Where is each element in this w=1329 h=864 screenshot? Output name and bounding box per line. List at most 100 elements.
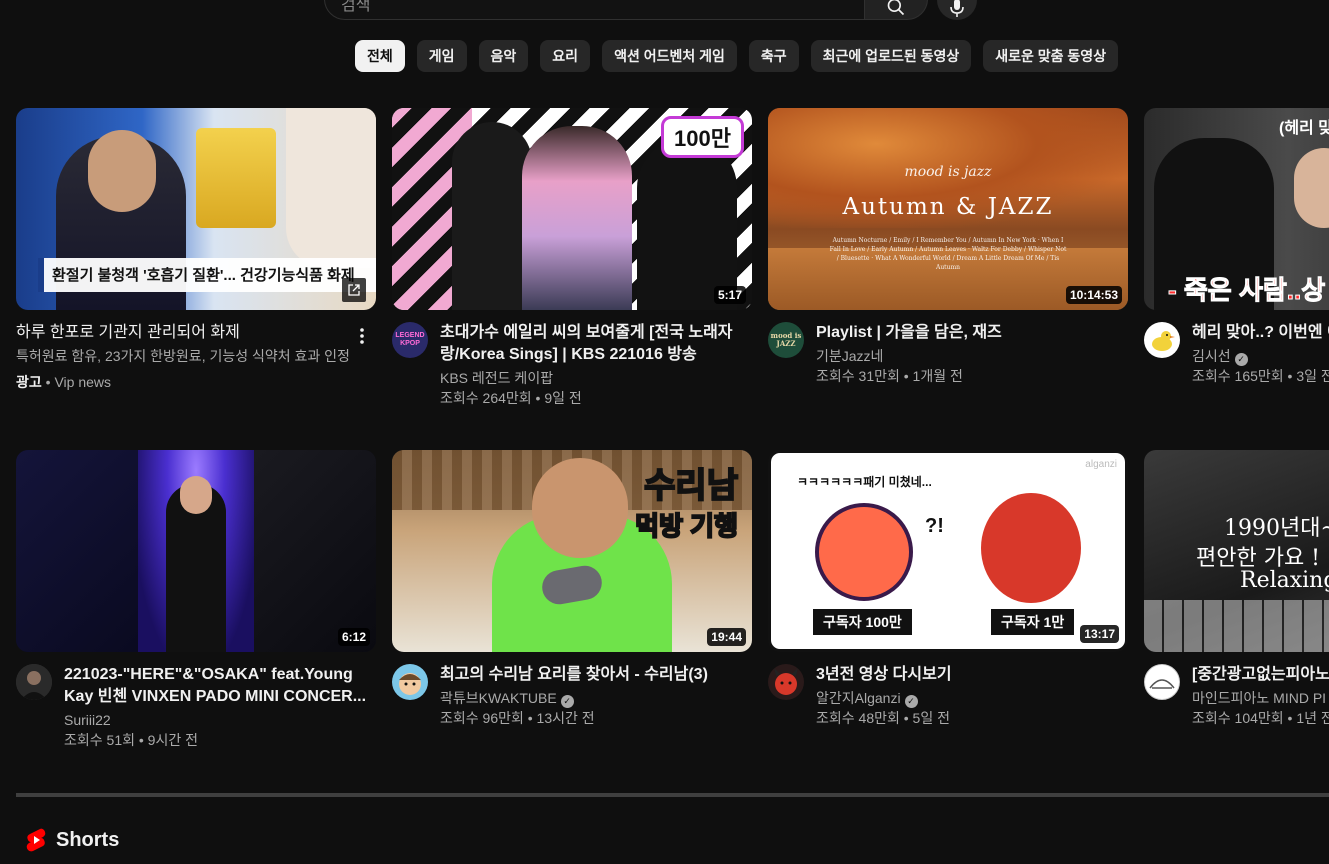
channel-name-row: 김시선 ✓ <box>1192 346 1329 366</box>
channel-name[interactable]: KBS 레전드 케이팝 <box>440 368 752 388</box>
channel-name[interactable]: 기분Jazz네 <box>816 346 1128 366</box>
chip-music[interactable]: 음악 <box>478 40 529 72</box>
video-thumbnail[interactable]: 수리남 먹방 기행 19:44 <box>392 450 752 652</box>
video-stats: 조회수 31만회 • 1개월 전 <box>816 368 963 384</box>
video-title[interactable]: 3년전 영상 다시보기 <box>816 664 1128 686</box>
more-options-icon[interactable] <box>350 324 374 348</box>
channel-avatar[interactable] <box>1144 322 1180 358</box>
actress-face <box>1294 148 1329 228</box>
channel-name[interactable]: 곽튜브KWAKTUBE <box>440 690 557 706</box>
channel-avatar[interactable] <box>392 664 428 700</box>
channel-avatar[interactable]: LEGEND KPOP <box>392 322 428 358</box>
video-card[interactable]: mood is jazz Autumn & JAZZ Autumn Noctur… <box>768 108 1128 386</box>
video-stats: 조회수 264만회 • 9일 전 <box>440 390 582 406</box>
video-thumbnail[interactable]: ㅋㅋㅋㅋㅋㅋ패기 미쳤네... alganzi ?! 구독자 100만 구독자 … <box>768 450 1128 652</box>
channel-name[interactable]: Suriii22 <box>64 710 376 730</box>
playlist-overlay-title: Autumn & JAZZ <box>842 194 1054 220</box>
video-stats: 조회수 96만회 • 13시간 전 <box>440 710 595 726</box>
person-face <box>532 458 628 558</box>
video-title[interactable]: 헤리 맞아..? 이번엔 이미지 변신한 헤리 <box>1192 322 1329 344</box>
channel-name-row: 곽튜브KWAKTUBE ✓ <box>440 688 752 708</box>
search-icon <box>887 0 905 16</box>
video-title[interactable]: 221023-"HERE"&"OSAKA" feat.Young Kay 빈첸 … <box>64 664 376 708</box>
channel-name[interactable]: 마인드피아노 MIND PI <box>1192 688 1329 708</box>
piano-keys <box>1144 600 1329 652</box>
video-card[interactable]: ㅋㅋㅋㅋㅋㅋ패기 미쳤네... alganzi ?! 구독자 100만 구독자 … <box>768 450 1128 728</box>
video-title[interactable]: Playlist | 가을을 담은, 재즈 <box>816 322 1128 344</box>
section-divider <box>16 793 1329 797</box>
chip-new-to-you[interactable]: 새로운 맞춤 동영상 <box>983 40 1119 72</box>
video-thumbnail[interactable]: 100만 5:17 <box>392 108 752 310</box>
ad-thumbnail[interactable]: 환절기 불청객 '호흡기 질환'... 건강기능식품 화제 <box>16 108 376 310</box>
chip-action-adventure[interactable]: 액션 어드벤처 게임 <box>602 40 737 72</box>
duck-avatar-icon <box>1152 331 1175 351</box>
thumb-label-left: 구독자 100만 <box>813 609 912 635</box>
search-placeholder: 검색 <box>341 0 371 14</box>
stage-right-panel <box>254 450 376 652</box>
video-card[interactable]: 1990년대~ 편안한 가요 ! Relaxing [중간광고없는피아노] ~2… <box>1144 450 1329 728</box>
video-card[interactable]: 수리남 먹방 기행 19:44 최고의 수리남 요리를 찾아서 - 수리남(3)… <box>392 450 752 728</box>
channel-avatar[interactable]: mood is JAZZ <box>768 322 804 358</box>
chip-soccer[interactable]: 축구 <box>748 40 799 72</box>
ad-card[interactable]: 환절기 불청객 '호흡기 질환'... 건강기능식품 화제 하루 한포로 기관지… <box>16 108 376 392</box>
search-button[interactable] <box>864 0 928 20</box>
video-thumbnail[interactable]: 6:12 <box>16 450 376 652</box>
video-title[interactable]: 최고의 수리남 요리를 찾아서 - 수리남(3) <box>440 664 752 686</box>
user-photo-avatar-icon <box>16 664 52 700</box>
external-link-icon[interactable] <box>342 278 366 302</box>
character-right <box>981 493 1081 603</box>
verified-check-icon: ✓ <box>1234 353 1248 366</box>
video-title[interactable]: [중간광고없는피아노] ~2000년대 편안한 가 <box>1192 664 1329 686</box>
channel-avatar-text: mood is JAZZ <box>770 331 802 348</box>
chip-recently-uploaded[interactable]: 최근에 업로드된 동영상 <box>810 40 972 72</box>
thumb-bottom-caption: - 죽은 사람..상 <box>1167 275 1326 306</box>
youtube-home: 검색 전체 게임 음악 요리 액션 어드벤처 게임 축구 최근에 업로드된 동영… <box>0 0 1329 864</box>
chip-games[interactable]: 게임 <box>416 40 467 72</box>
chip-all[interactable]: 전체 <box>355 40 405 72</box>
video-card[interactable]: (헤리 맞 - 죽은 사람..상 헤리 맞아..? 이번엔 이미지 변신한 헤리… <box>1144 108 1329 386</box>
video-thumbnail[interactable]: (헤리 맞 - 죽은 사람..상 <box>1144 108 1329 310</box>
shorts-logo-icon <box>26 828 46 852</box>
performer-face <box>180 476 212 514</box>
patient-figure <box>286 108 376 268</box>
video-stats: 조회수 104만회 • 1년 전 <box>1192 710 1329 726</box>
thumb-title-1: 수리남 <box>643 466 739 506</box>
channel-name[interactable]: 알간지Alganzi <box>816 690 901 706</box>
channel-name[interactable]: 김시선 <box>1192 348 1231 364</box>
thumb-watermark: alganzi <box>1085 459 1117 470</box>
ad-advertiser[interactable]: Vip news <box>54 374 111 390</box>
character-left <box>815 503 913 601</box>
cartoon-face-avatar-icon <box>399 673 421 695</box>
video-stats: 조회수 165만회 • 3일 전 <box>1192 368 1329 384</box>
video-title[interactable]: 초대가수 에일리 씨의 보여줄게 [전국 노래자랑/Korea Sings] |… <box>440 322 752 366</box>
singer-center <box>522 126 632 310</box>
thumb-title-2: 먹방 기행 <box>634 510 739 542</box>
search-input[interactable]: 검색 <box>324 0 865 20</box>
channel-avatar[interactable] <box>1144 664 1180 700</box>
devil-avatar-icon <box>774 668 798 695</box>
filter-chip-bar: 전체 게임 음악 요리 액션 어드벤처 게임 축구 최근에 업로드된 동영상 새… <box>355 40 1119 72</box>
shorts-title: Shorts <box>56 828 120 851</box>
video-card[interactable]: 100만 5:17 LEGEND KPOP 초대가수 에일리 씨의 보여줄게 [… <box>392 108 752 408</box>
ad-title[interactable]: 하루 한포로 기관지 관리되어 화제 <box>16 322 376 344</box>
piano-logo-icon <box>1149 679 1175 689</box>
thumb-line-3: Relaxing <box>1240 568 1329 593</box>
video-card[interactable]: 6:12 221023-"HERE"&"OSAKA" feat.Young Ka… <box>16 450 376 750</box>
video-thumbnail[interactable]: mood is jazz Autumn & JAZZ Autumn Noctur… <box>768 108 1128 310</box>
ad-label: 광고 <box>16 374 42 390</box>
chip-cooking[interactable]: 요리 <box>540 40 591 72</box>
channel-avatar[interactable] <box>16 664 52 700</box>
video-duration: 10:14:53 <box>1065 286 1122 304</box>
video-thumbnail[interactable]: 1990년대~ 편안한 가요 ! Relaxing <box>1144 450 1329 652</box>
ad-thumbnail-caption: 환절기 불청객 '호흡기 질환'... 건강기능식품 화제 <box>38 258 376 292</box>
voice-search-button[interactable] <box>937 0 977 20</box>
microphone-icon <box>950 0 964 17</box>
verified-check-icon: ✓ <box>904 695 918 708</box>
product-box <box>196 128 276 228</box>
dancer-right <box>637 138 737 310</box>
thumb-top-caption: (헤리 맞 <box>1279 120 1329 137</box>
ad-sponsor-line: 광고 • Vip news <box>16 374 112 390</box>
playlist-script-text: mood is jazz <box>904 164 992 180</box>
channel-avatar[interactable] <box>768 664 804 700</box>
ad-description: 특허원료 함유, 23가지 한방원료, 기능성 식약처 효과 인정 <box>16 348 350 364</box>
